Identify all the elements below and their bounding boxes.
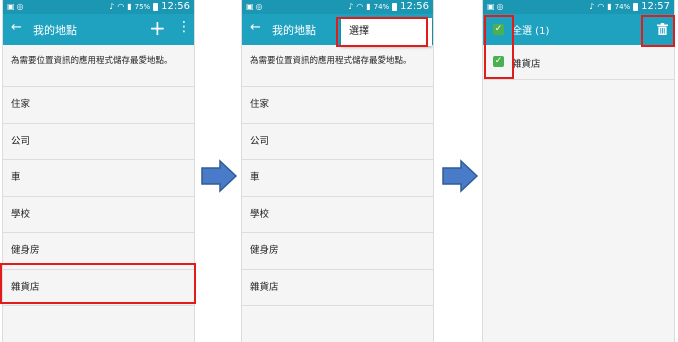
- flow-arrow-icon: [442, 159, 479, 193]
- back-arrow-icon[interactable]: ←: [250, 20, 261, 35]
- battery-icon: [633, 2, 639, 11]
- clock: 12:57: [641, 1, 670, 12]
- page-title: 我的地點: [272, 24, 316, 37]
- status-bar: ▣◎ ♪ ◠ ▮ 74% 12:57: [483, 0, 674, 14]
- back-arrow-icon[interactable]: ←: [11, 20, 22, 35]
- more-options-icon[interactable]: ⋮: [177, 19, 191, 35]
- status-icons: ♪ ◠ ▮ 74% 12:56: [348, 1, 429, 12]
- selection-toolbar: ✓ 全選 (1): [483, 14, 674, 45]
- mute-icon: ♪: [109, 2, 115, 11]
- place-item-home[interactable]: 住家: [242, 87, 433, 124]
- app-toolbar: ← 我的地點 + ⋮: [3, 14, 194, 45]
- item-checkbox[interactable]: ✓: [493, 56, 504, 67]
- screen-select-mode: ▣◎ ♪ ◠ ▮ 74% 12:57 ✓ 全選 (1) ✓ 雜貨店: [482, 0, 675, 342]
- battery-percent: 75%: [134, 2, 151, 11]
- menu-item-select[interactable]: 選擇: [341, 18, 432, 46]
- battery-percent: 74%: [373, 2, 390, 11]
- signal-icon: ▮: [607, 2, 612, 11]
- page-title: 我的地點: [33, 24, 77, 37]
- place-item-gym[interactable]: 健身房: [242, 233, 433, 270]
- place-item-car[interactable]: 車: [3, 160, 194, 197]
- wifi-icon: ◠: [597, 2, 605, 11]
- place-item-car[interactable]: 車: [242, 160, 433, 197]
- status-icons: ♪ ◠ ▮ 74% 12:57: [589, 1, 670, 12]
- add-icon[interactable]: +: [149, 16, 166, 40]
- screen-my-places: ▣◎ ♪ ◠ ▮ 75% 12:56 ← 我的地點 + ⋮ 為需要位置資訊的應用…: [2, 0, 195, 342]
- notification-icons: ▣◎: [487, 2, 506, 11]
- signal-icon: ▮: [127, 2, 132, 11]
- place-item-work[interactable]: 公司: [242, 124, 433, 160]
- battery-icon: [153, 2, 159, 11]
- select-all-label: 全選 (1): [512, 26, 550, 37]
- description-text: 為需要位置資訊的應用程式儲存最愛地點。: [242, 45, 433, 87]
- select-all-checkbox[interactable]: ✓: [493, 24, 504, 35]
- place-item-grocery[interactable]: 雜貨店: [242, 270, 433, 306]
- status-bar: ▣◎ ♪ ◠ ▮ 74% 12:56: [242, 0, 433, 14]
- mute-icon: ♪: [589, 2, 595, 11]
- wifi-icon: ◠: [117, 2, 125, 11]
- status-bar: ▣◎ ♪ ◠ ▮ 75% 12:56: [3, 0, 194, 14]
- status-icons: ♪ ◠ ▮ 75% 12:56: [109, 1, 190, 12]
- place-item-school[interactable]: 學校: [242, 197, 433, 233]
- wifi-icon: ◠: [356, 2, 364, 11]
- notification-icons: ▣◎: [7, 2, 26, 11]
- mute-icon: ♪: [348, 2, 354, 11]
- place-item-school[interactable]: 學校: [3, 197, 194, 233]
- list-item-grocery[interactable]: ✓ 雜貨店: [483, 45, 674, 80]
- place-item-work[interactable]: 公司: [3, 124, 194, 160]
- trash-icon[interactable]: [657, 20, 668, 39]
- flow-arrow-icon: [201, 159, 238, 193]
- clock: 12:56: [161, 1, 190, 12]
- signal-icon: ▮: [366, 2, 371, 11]
- description-text: 為需要位置資訊的應用程式儲存最愛地點。: [3, 45, 194, 87]
- place-item-home[interactable]: 住家: [3, 87, 194, 124]
- battery-percent: 74%: [614, 2, 631, 11]
- notification-icons: ▣◎: [246, 2, 265, 11]
- clock: 12:56: [400, 1, 429, 12]
- battery-icon: [392, 2, 398, 11]
- place-item-grocery[interactable]: 雜貨店: [3, 270, 194, 306]
- screen-my-places-menu: ▣◎ ♪ ◠ ▮ 74% 12:56 ← 我的地點 為需要位置資訊的應用程式儲存…: [241, 0, 434, 342]
- list-item-label: 雜貨店: [512, 59, 541, 70]
- place-item-gym[interactable]: 健身房: [3, 233, 194, 270]
